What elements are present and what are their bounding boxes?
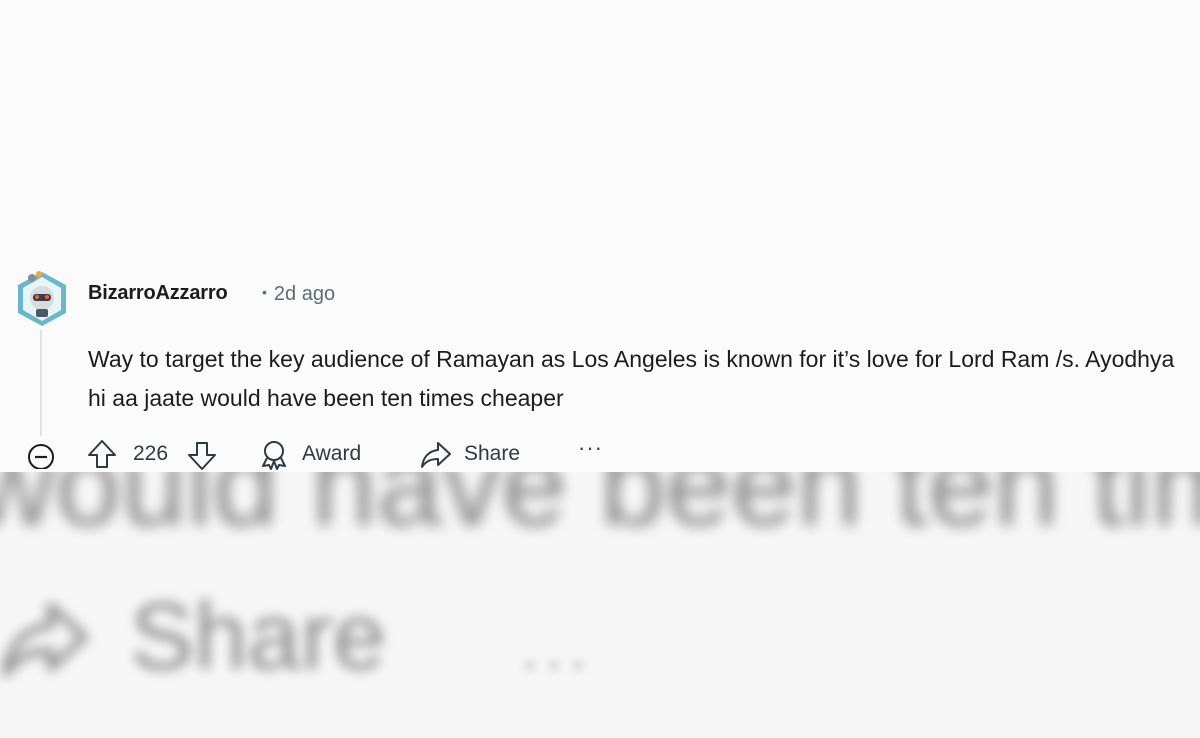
minus-circle-icon: [28, 444, 54, 469]
user-avatar[interactable]: [14, 268, 70, 328]
vote-score: 226: [133, 442, 169, 465]
meta-separator: •: [262, 284, 267, 300]
more-options-button[interactable]: ···: [578, 430, 603, 466]
snoo-avatar-icon: [18, 271, 66, 326]
upvote-button[interactable]: [86, 436, 118, 472]
share-arrow-icon: [2, 602, 88, 678]
comment-action-bar: 226 Award Share ···: [0, 435, 1200, 472]
comment-body: Way to target the key audience of Ramaya…: [88, 346, 1175, 411]
collapse-button[interactable]: [26, 436, 56, 472]
award-icon: [262, 441, 286, 470]
comment-meta: • 2d ago: [262, 283, 335, 306]
award-button[interactable]: Award: [258, 436, 361, 472]
downvote-button[interactable]: [186, 436, 218, 472]
blurred-share: Share: [0, 582, 386, 692]
thread-line[interactable]: [40, 330, 42, 436]
comment-timestamp[interactable]: 2d ago: [274, 283, 335, 305]
share-arrow-icon: [421, 442, 451, 468]
blurred-share-label: Share: [130, 583, 387, 690]
blurred-comment-text: would have been ten times ch: [0, 472, 1200, 551]
comment-author[interactable]: BizarroAzzarro: [88, 282, 228, 305]
share-label: Share: [464, 442, 521, 465]
blurred-zoom-background: would have been ten times ch Share ···: [0, 472, 1200, 738]
blurred-more-icon: ···: [520, 628, 592, 695]
share-button[interactable]: Share: [420, 436, 520, 472]
arrow-up-icon: [88, 440, 116, 468]
award-label: Award: [302, 442, 362, 465]
arrow-down-icon: [188, 442, 216, 470]
